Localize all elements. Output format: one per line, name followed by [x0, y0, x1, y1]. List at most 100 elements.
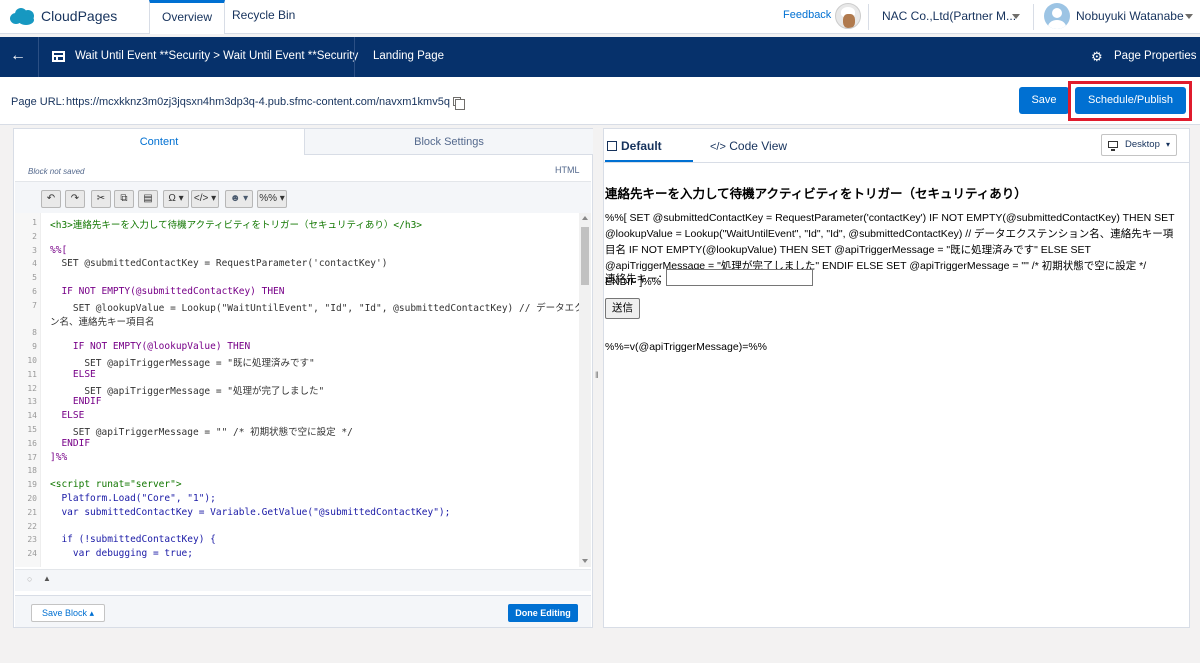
code-line[interactable]: SET @apiTriggerMessage = "" /* 初期状態で空に設定… — [50, 424, 353, 438]
line-number: 14 — [27, 411, 37, 421]
special-character-button[interactable]: Ω ▾ — [163, 190, 189, 208]
back-arrow-icon[interactable]: ← — [10, 47, 26, 65]
omega-icon: Ω — [168, 193, 176, 204]
code-line[interactable]: SET @apiTriggerMessage = "処理が完了しました" — [50, 383, 324, 397]
global-header: CloudPages Overview Recycle Bin Feedback… — [0, 0, 1200, 34]
page-properties-button[interactable]: Page Properties — [1114, 50, 1196, 62]
tab-block-settings[interactable]: Block Settings — [304, 129, 593, 155]
cloudpages-logo[interactable]: CloudPages — [10, 7, 117, 25]
line-number: 4 — [32, 259, 37, 269]
code-line[interactable]: SET @apiTriggerMessage = "既に処理済みです" — [50, 355, 314, 369]
line-number: 10 — [27, 356, 37, 365]
save-button[interactable]: Save — [1019, 87, 1069, 114]
contact-key-input[interactable] — [666, 269, 813, 286]
einstein-avatar-icon[interactable] — [835, 3, 861, 29]
tab-code-view-label: Code View — [729, 139, 788, 153]
code-line[interactable]: ENDIF — [50, 396, 102, 407]
page-url-value[interactable]: https://mcxkknz3m0zj3jqsxn4hm3dp3q-4.pub… — [66, 96, 450, 108]
tab-default-label: Default — [621, 139, 662, 153]
panel-resize-handle[interactable]: ‖ — [595, 370, 599, 380]
percent-icon: %% — [259, 193, 277, 204]
code-line[interactable]: var submittedContactKey = Variable.GetVa… — [50, 507, 450, 518]
line-number: 8 — [32, 328, 37, 338]
gear-icon[interactable]: ⚙ — [1091, 49, 1103, 65]
code-line[interactable]: ]%% — [50, 452, 67, 463]
line-number: 12 — [27, 383, 37, 393]
undo-icon[interactable]: ↶ — [41, 190, 61, 208]
monitor-icon — [1108, 141, 1118, 151]
scroll-thumb[interactable] — [581, 227, 589, 285]
tab-code-view[interactable]: </> Code View — [710, 135, 787, 163]
tab-recycle-bin[interactable]: Recycle Bin — [220, 0, 307, 34]
code-line[interactable]: ン名、連絡先キー項目名 — [50, 314, 155, 328]
code-line[interactable]: Platform.Load("Core", "1"); — [50, 493, 215, 504]
tab-default[interactable]: Default — [605, 135, 693, 163]
code-line[interactable]: <h3>連絡先キーを入力して待機アクティビティをトリガー（セキュリティあり）</… — [50, 217, 422, 231]
divider — [868, 4, 869, 30]
code-scrollbar[interactable] — [579, 213, 591, 567]
user-avatar[interactable] — [1044, 3, 1070, 29]
content-editor-panel: Content Block Settings Block not saved H… — [13, 128, 593, 628]
code-icon: </> — [710, 141, 726, 153]
code-line[interactable]: ELSE — [50, 369, 96, 380]
editor-toolbar: ↶ ↷ ✂ ⧉ ▤ Ω ▾ </> ▾ ☻ ▾ %% ▾ — [15, 181, 591, 213]
page-icon — [52, 51, 65, 62]
line-number: 23 — [27, 535, 37, 545]
schedule-publish-button[interactable]: Schedule/Publish — [1075, 87, 1186, 114]
line-number: 18 — [27, 466, 37, 476]
code-editor[interactable]: 1 <h3>連絡先キーを入力して待機アクティビティをトリガー（セキュリティあり）<… — [15, 213, 579, 567]
editor-status-row: ○ ▲ — [15, 569, 591, 591]
cut-icon[interactable]: ✂ — [91, 190, 111, 208]
app-name: CloudPages — [41, 8, 118, 24]
copy-icon[interactable] — [453, 97, 465, 110]
line-number: 15 — [27, 425, 37, 434]
block-status-text: Block not saved — [28, 167, 85, 176]
code-snippet-button[interactable]: </> ▾ — [191, 190, 219, 208]
line-number: 1 — [32, 218, 37, 227]
org-switcher[interactable]: NAC Co.,Ltd(Partner M... — [882, 9, 1016, 23]
device-select[interactable]: Desktop ▾ — [1101, 134, 1177, 156]
copy-icon[interactable]: ⧉ — [114, 190, 134, 208]
divider — [38, 37, 39, 77]
line-number: 17 — [27, 452, 37, 462]
personalization-button[interactable]: ☻ ▾ — [225, 190, 253, 208]
paste-icon[interactable]: ▤ — [138, 190, 158, 208]
code-line[interactable]: ENDIF — [50, 438, 90, 449]
line-number: 13 — [27, 397, 37, 407]
code-line[interactable]: SET @lookupValue = Lookup("WaitUntilEven… — [50, 300, 579, 314]
expand-up-icon[interactable]: ▲ — [43, 574, 51, 583]
user-menu[interactable]: Nobuyuki Watanabe — [1076, 9, 1184, 23]
code-line[interactable]: IF NOT EMPTY(@lookupValue) THEN — [50, 341, 250, 352]
code-line[interactable]: SET @submittedContactKey = RequestParame… — [50, 258, 387, 269]
preview-panel: Default </> Code View Desktop ▾ 連絡先キーを入力… — [603, 128, 1190, 628]
user-chevron-down-icon[interactable] — [1185, 14, 1193, 19]
divider — [354, 37, 355, 77]
scroll-down-icon[interactable] — [582, 559, 588, 563]
line-number: 16 — [27, 438, 37, 448]
code-line[interactable]: <script runat="server"> — [50, 479, 182, 490]
line-number: 20 — [27, 494, 37, 503]
tab-content[interactable]: Content — [14, 129, 304, 155]
salesforce-cloud-icon — [10, 7, 36, 25]
tab-overview[interactable]: Overview — [149, 0, 226, 34]
org-chevron-down-icon[interactable] — [1012, 14, 1020, 19]
line-number: 7 — [32, 300, 37, 310]
page-url-label: Page URL: — [11, 96, 65, 108]
person-icon: ☻ — [229, 193, 241, 204]
redo-icon[interactable]: ↷ — [65, 190, 85, 208]
ampscript-button[interactable]: %% ▾ — [257, 190, 287, 208]
code-line[interactable]: %%[ — [50, 245, 67, 256]
code-line[interactable]: IF NOT EMPTY(@submittedContactKey) THEN — [50, 286, 284, 297]
scroll-up-icon[interactable] — [582, 216, 588, 220]
done-editing-button[interactable]: Done Editing — [508, 604, 578, 622]
feedback-link[interactable]: Feedback — [783, 9, 831, 21]
code-line[interactable]: ELSE — [50, 410, 84, 421]
line-number: 24 — [27, 549, 37, 559]
line-number: 22 — [27, 521, 37, 531]
line-number: 2 — [32, 231, 37, 241]
submit-button[interactable]: 送信 — [605, 298, 640, 319]
breadcrumb[interactable]: Wait Until Event **Security > Wait Until… — [75, 50, 358, 62]
save-block-button[interactable]: Save Block ▴ — [31, 604, 105, 622]
code-line[interactable]: var debugging = true; — [50, 548, 193, 559]
code-line[interactable]: if (!submittedContactKey) { — [50, 534, 215, 545]
